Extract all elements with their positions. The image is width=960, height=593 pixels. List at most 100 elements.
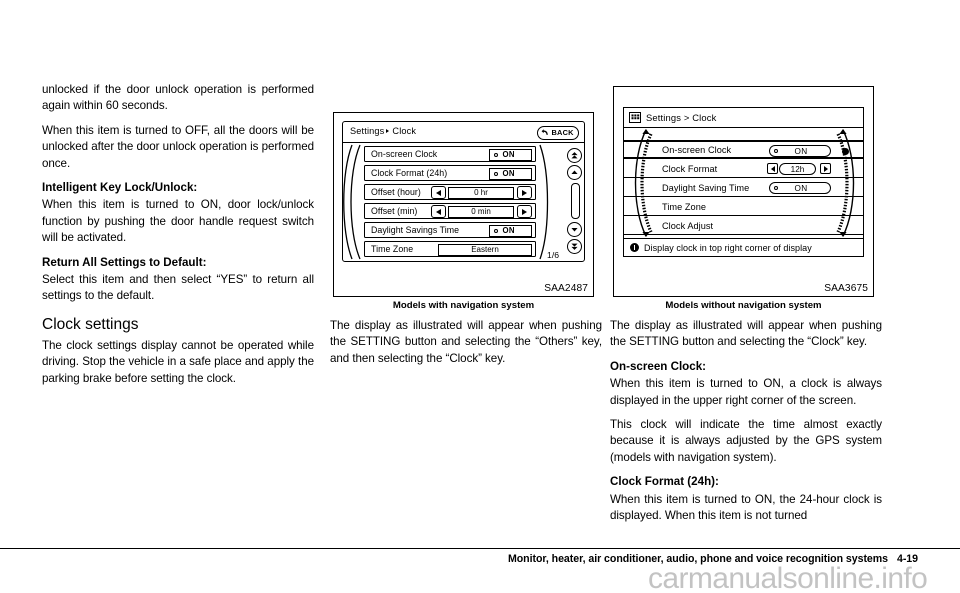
text-column-3: The display as illustrated will appear w… [610, 318, 882, 524]
toggle-indicator-icon [493, 228, 498, 233]
subheading-return-all-settings: Return All Settings to Default: [42, 255, 207, 269]
paragraph: The display as illustrated will appear w… [610, 319, 882, 349]
toggle-indicator-icon [493, 171, 498, 176]
toggle-value: ON [502, 150, 515, 160]
row-label: Daylight Savings Time [371, 225, 460, 235]
decrement-offset-min-button[interactable] [431, 205, 446, 219]
offset-hour-value: 0 hr [448, 187, 514, 199]
paragraph: The display as illustrated will appear w… [330, 319, 602, 365]
manual-page: unlocked if the door unlock operation is… [0, 0, 960, 593]
scroll-up-button[interactable] [567, 165, 582, 180]
decrement-offset-hour-button[interactable] [431, 186, 446, 200]
offset-min-value: 0 min [448, 206, 514, 218]
triangle-left-icon [436, 208, 441, 215]
row-label: Clock Format (24h) [371, 168, 448, 178]
screen2-info-bar: Display clock in top right corner of dis… [624, 238, 863, 256]
info-icon [630, 243, 639, 252]
row-time-zone[interactable]: Time Zone Eastern [364, 241, 536, 257]
toggle-indicator-icon [493, 152, 498, 157]
breadcrumb-clock: Clock [392, 126, 417, 136]
row-clock-format[interactable]: Clock Format (24h) ON [364, 165, 536, 181]
row-label: Offset (hour) [371, 187, 421, 197]
row-on-screen-clock[interactable]: On-screen Clock ON [624, 140, 863, 159]
toggle-clock-format[interactable]: ON [489, 168, 532, 180]
row-label: On-screen Clock [371, 149, 438, 159]
text-column-2: The display as illustrated will appear w… [330, 318, 602, 367]
row-clock-adjust[interactable]: Clock Adjust [624, 217, 863, 235]
row-daylight-savings-time[interactable]: Daylight Savings Time ON [364, 222, 536, 238]
paragraph: The clock settings display cannot be ope… [42, 338, 314, 385]
toggle-value: ON [794, 183, 808, 193]
row-label: Daylight Saving Time [662, 182, 750, 193]
toggle-daylight-savings[interactable]: ON [489, 225, 532, 237]
scroll-page-up-button[interactable] [567, 148, 582, 163]
figure-id: SAA2487 [544, 283, 588, 294]
row-label: Time Zone [662, 201, 707, 212]
scroll-down-button[interactable] [567, 222, 582, 237]
time-zone-value: Eastern [438, 244, 532, 256]
row-label: Clock Adjust [662, 220, 714, 231]
back-button-label: BACK [551, 128, 574, 137]
subheading-on-screen-clock: On-screen Clock: [610, 359, 706, 373]
row-label: On-screen Clock [662, 144, 732, 155]
double-chevron-up-icon [571, 152, 578, 159]
increment-offset-hour-button[interactable] [517, 186, 532, 200]
toggle-on-screen-clock[interactable]: ON [769, 145, 831, 157]
info-text: Display clock in top right corner of dis… [644, 242, 812, 253]
section-heading-clock-settings: Clock settings [42, 315, 139, 333]
subheading-clock-format: Clock Format (24h): [610, 475, 719, 489]
toggle-value: ON [794, 146, 808, 156]
text-column-1: unlocked if the door unlock operation is… [42, 82, 314, 387]
nav-clock-settings-screen: Settings Clock BACK On-screen Clock ON C… [342, 121, 585, 262]
back-arrow-icon [541, 129, 548, 135]
watermark: carmanualsonline.info [648, 562, 928, 593]
toggle-value: ON [502, 169, 515, 179]
toggle-daylight-saving[interactable]: ON [769, 182, 831, 194]
toggle-value: ON [502, 226, 515, 236]
paragraph: When this item is turned to ON, door loc… [42, 198, 314, 245]
figure-caption: Models without navigation system [665, 300, 822, 311]
screen1-list: On-screen Clock ON Clock Format (24h) ON [343, 143, 584, 261]
screen1-header: Settings Clock BACK [343, 122, 584, 143]
clock-format-value: 12h [779, 163, 816, 175]
row-offset-hour[interactable]: Offset (hour) 0 hr [364, 184, 536, 200]
page-indicator: 1/6 [547, 250, 559, 260]
row-time-zone[interactable]: Time Zone [624, 198, 863, 216]
row-label: Time Zone [371, 244, 414, 254]
row-offset-min[interactable]: Offset (min) 0 min [364, 203, 536, 219]
screen2-breadcrumb: Settings > Clock [646, 112, 717, 123]
paragraph: When this item is turned to OFF, all the… [42, 123, 314, 170]
triangle-left-icon [770, 165, 775, 172]
triangle-right-icon [522, 208, 527, 215]
scrollbar-track[interactable] [571, 183, 580, 219]
increment-clock-format-button[interactable] [820, 163, 831, 174]
chevron-right-icon [386, 129, 390, 134]
figure-id: SAA3675 [824, 283, 868, 294]
toggle-on-screen-clock[interactable]: ON [489, 149, 532, 161]
triangle-left-icon [436, 189, 441, 196]
paragraph: When this item is turned to ON, a clock … [610, 377, 882, 407]
paragraph: When this item is turned to ON, the 24-h… [610, 492, 882, 523]
chevron-up-icon [571, 170, 578, 174]
row-daylight-saving-time[interactable]: Daylight Saving Time ON [624, 179, 863, 197]
menu-grid-icon [629, 112, 641, 123]
scroll-page-down-button[interactable] [567, 239, 582, 254]
breadcrumb-settings: Settings [350, 126, 385, 136]
paragraph: Select this item and then select “YES” t… [42, 273, 314, 303]
figure-caption: Models with navigation system [392, 300, 535, 311]
figure-without-nav-system: Settings > Clock On-screen Clock ON Cloc… [613, 86, 874, 297]
paragraph: This clock will indicate the time almost… [610, 418, 882, 464]
row-clock-format[interactable]: Clock Format 12h [624, 160, 863, 178]
screen1-breadcrumb: Settings Clock [350, 126, 416, 136]
row-on-screen-clock[interactable]: On-screen Clock ON [364, 146, 536, 162]
footer-divider [0, 548, 960, 550]
increment-offset-min-button[interactable] [517, 205, 532, 219]
row-label: Clock Format [662, 163, 718, 174]
decrement-clock-format-button[interactable] [767, 163, 778, 174]
screen2-list: On-screen Clock ON Clock Format 12h Dayl… [624, 128, 863, 238]
screen2-header: Settings > Clock [624, 108, 863, 128]
back-button[interactable]: BACK [537, 125, 579, 140]
triangle-right-icon [522, 189, 527, 196]
double-chevron-down-icon [571, 243, 578, 250]
chevron-down-icon [571, 228, 578, 232]
